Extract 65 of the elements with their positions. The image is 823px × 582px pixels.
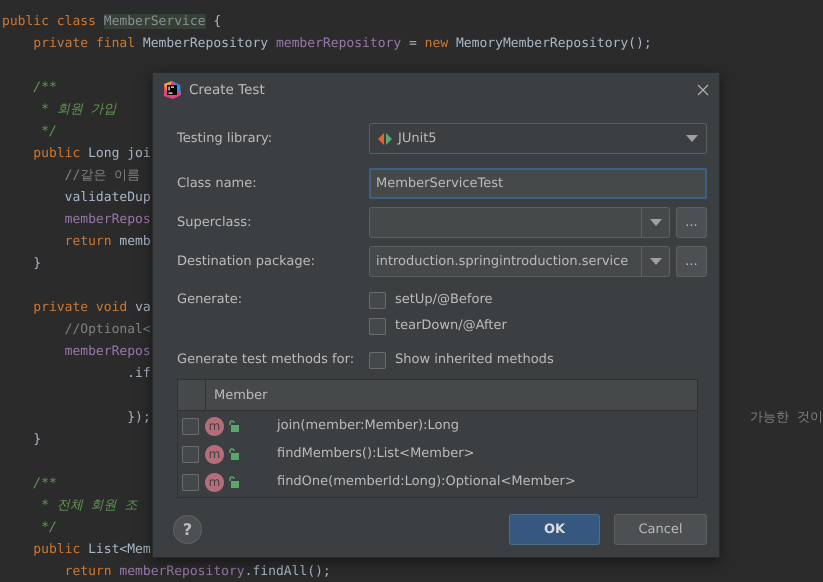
code-line: memberRepos: [64, 211, 151, 229]
field-label: Superclass:: [177, 214, 252, 232]
checkbox[interactable]: [182, 418, 199, 434]
destination-package-combo[interactable]: introduction.springintroduction.service: [369, 246, 670, 277]
unlocked-padlock-icon: [228, 448, 239, 460]
unlocked-padlock-icon: [228, 476, 239, 488]
column-header: Member: [213, 387, 268, 405]
option-label: tearDown/@After: [395, 317, 507, 336]
close-button[interactable]: [697, 84, 709, 96]
checkbox[interactable]: [182, 474, 199, 490]
dropdown-arrow-icon: [686, 135, 698, 142]
dropdown-arrow-icon: [650, 219, 662, 226]
method-signature: join(member:Member):Long: [277, 417, 459, 436]
code-line: */: [40, 123, 57, 141]
field-label: Generate test methods for:: [177, 351, 356, 370]
method-icon: m: [205, 416, 224, 436]
code-line: //Optional<: [64, 321, 151, 339]
code-line: * 회원 가입: [40, 101, 117, 119]
method-icon: m: [205, 444, 224, 464]
code-comment: 가능한 것이: [750, 409, 823, 427]
code-line: /**: [32, 475, 57, 493]
checkbox[interactable]: [369, 318, 386, 334]
code-line: private void va: [32, 299, 151, 317]
method-icon: m: [205, 472, 224, 492]
field-label: Testing library:: [177, 130, 274, 148]
code-line: private final MemberRepository memberRepository = new MemoryMemberRepository();: [32, 35, 652, 53]
code-line: });: [126, 409, 151, 427]
checkbox[interactable]: [369, 352, 386, 368]
unlocked-padlock-icon: [228, 420, 239, 432]
dialog-title: Create Test: [189, 80, 265, 100]
code-line: public Long joi: [32, 145, 151, 163]
checkbox[interactable]: [369, 292, 386, 308]
field-label: Generate:: [177, 291, 244, 309]
code-line: memberRepos: [64, 343, 151, 361]
option-label: setUp/@Before: [395, 291, 493, 310]
browse-button[interactable]: ...: [676, 207, 707, 238]
close-icon: [697, 84, 709, 96]
code-line: validateDup: [64, 189, 151, 207]
code-line: .if: [126, 365, 151, 383]
class-name-field[interactable]: MemberServiceTest: [369, 168, 707, 199]
code-line: //같은 이름: [64, 167, 140, 185]
cancel-button[interactable]: Cancel: [614, 514, 707, 545]
code-line: /**: [32, 79, 57, 97]
code-line: */: [40, 519, 57, 537]
help-button[interactable]: ?: [173, 515, 202, 544]
junit-icon: [378, 132, 392, 146]
ok-button[interactable]: OK: [509, 514, 600, 545]
superclass-combo[interactable]: [369, 207, 670, 238]
app-logo-icon: [163, 81, 181, 99]
method-signature: findMembers():List<Member>: [277, 445, 474, 464]
field-label: Destination package:: [177, 252, 316, 271]
code-line: return memberRepository.findAll();: [64, 563, 331, 581]
code-line: }: [32, 431, 42, 449]
field-label: Class name:: [177, 174, 258, 193]
code-line: public class MemberService {: [1, 13, 222, 31]
testing-library-dropdown[interactable]: JUnit5: [369, 123, 707, 154]
option-label: Show inherited methods: [395, 351, 554, 370]
dropdown-arrow-icon: [650, 258, 662, 265]
method-signature: findOne(memberId:Long):Optional<Member>: [277, 473, 576, 492]
code-line: }: [32, 255, 42, 273]
code-line: public List<Mem: [32, 541, 151, 559]
code-line: * 전체 회원 조: [40, 497, 138, 515]
code-line: return memb: [64, 233, 151, 251]
checkbox[interactable]: [182, 446, 199, 462]
browse-button[interactable]: ...: [676, 246, 707, 277]
